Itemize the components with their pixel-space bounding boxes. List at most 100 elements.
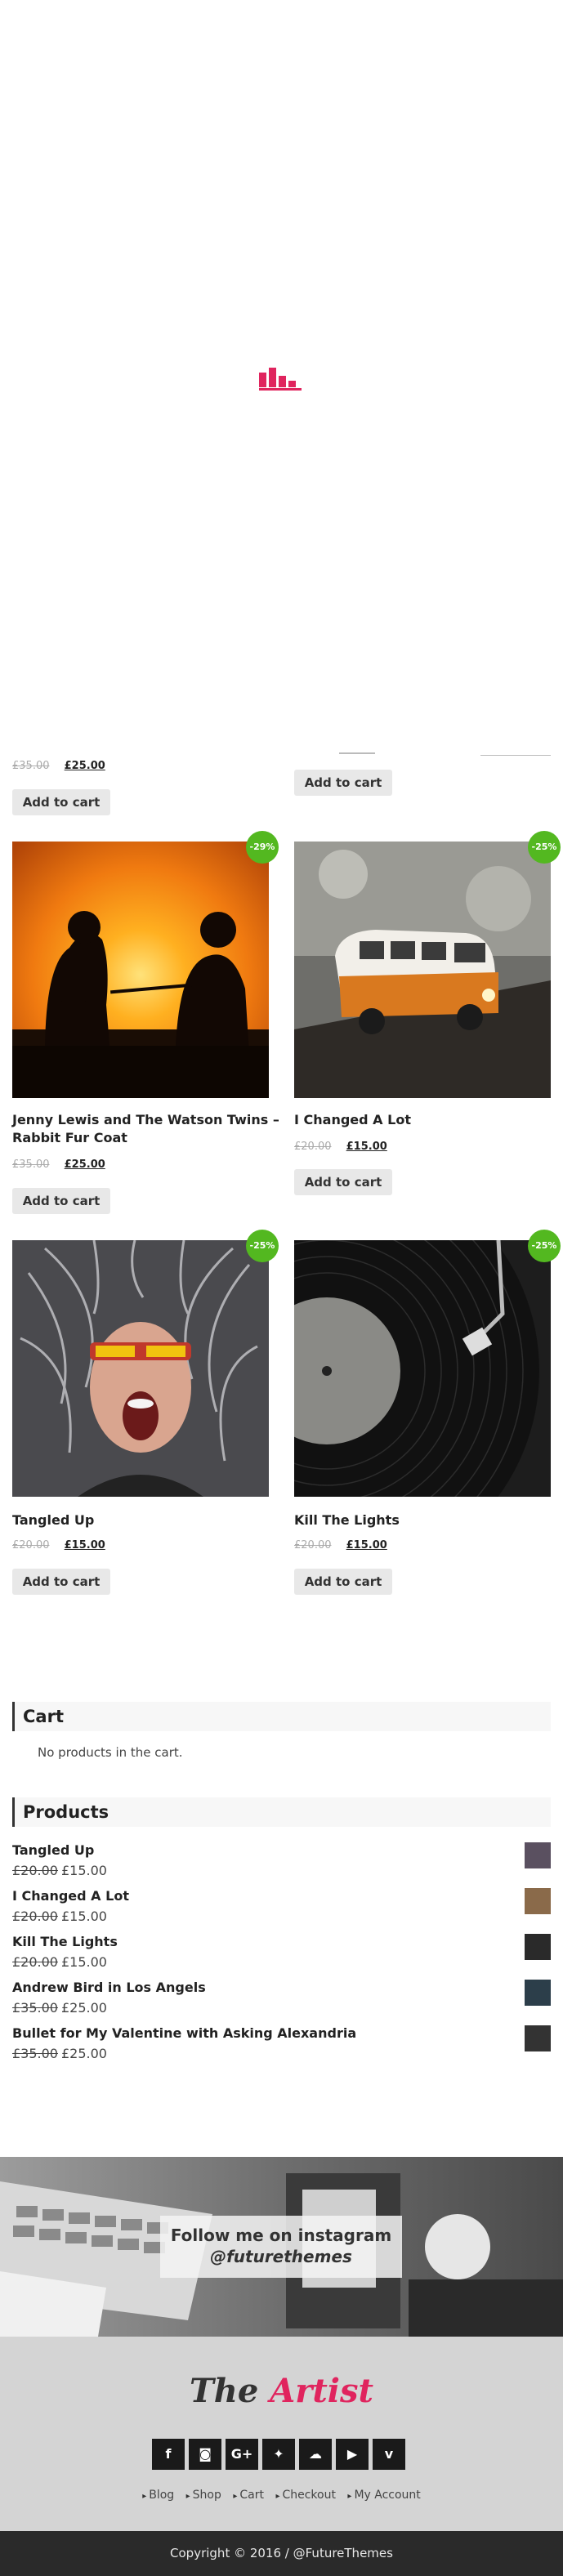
footer-link-label[interactable]: Blog: [149, 2489, 174, 2502]
logo-word[interactable]: The: [190, 2372, 258, 2410]
caret-right-icon: ▸: [142, 2492, 147, 2501]
product-title-line[interactable]: Kill The Lights: [294, 1511, 400, 1529]
add-to-cart-button[interactable]: Add to cart: [12, 1569, 110, 1595]
add-to-cart-button[interactable]: Add to cart: [12, 789, 110, 815]
old-price: £20.00: [12, 1539, 50, 1551]
cart-widget-title: Cart: [12, 1702, 551, 1731]
product-title[interactable]: I Changed A Lot: [294, 1111, 411, 1129]
product-link[interactable]: Tangled Up: [12, 1842, 94, 1858]
products-widget-title: Products: [12, 1797, 551, 1827]
discount-badge: -25%: [528, 831, 561, 864]
footer-nav: ▸ Blog ▸ Shop ▸ Cart ▸ Checkout ▸ My Account: [0, 2489, 563, 2502]
list-item[interactable]: Kill The Lights £20.00 £15.00: [12, 1934, 551, 1980]
footer-link-shop[interactable]: ▸ Shop: [186, 2489, 221, 2502]
caret-right-icon: ▸: [233, 2492, 238, 2501]
sale-price: £25.00: [60, 2046, 107, 2061]
old-price: £20.00: [294, 1141, 332, 1153]
product-price: £20.00 £15.00: [12, 1909, 107, 1924]
product-thumbnail[interactable]: [525, 1934, 551, 1960]
product-price: £20.00 £15.00: [12, 1863, 107, 1878]
product-price: £35.00 £25.00: [12, 2046, 107, 2061]
list-item[interactable]: I Changed A Lot £20.00 £15.00: [12, 1888, 551, 1934]
product-image-vinyl[interactable]: [294, 1240, 551, 1497]
product-title-line[interactable]: Jenny Lewis and The Watson Twins –: [12, 1111, 279, 1129]
product-link[interactable]: Bullet for My Valentine with Asking Alex…: [12, 2025, 356, 2041]
copyright-bar: Copyright © 2016 / @FutureThemes: [0, 2531, 563, 2576]
add-to-cart-button[interactable]: Add to cart: [294, 770, 392, 796]
list-item[interactable]: Andrew Bird in Los Angels £35.00 £25.00: [12, 1980, 551, 2025]
cart-empty-message: No products in the cart.: [38, 1745, 183, 1760]
site-footer: [0, 2337, 563, 2531]
sale-price: £15.00: [60, 1863, 107, 1878]
product-link[interactable]: Andrew Bird in Los Angels: [12, 1980, 206, 1995]
google-plus-icon[interactable]: G+: [226, 2439, 258, 2470]
product-image-sunset[interactable]: [12, 842, 269, 1098]
discount-badge: -29%: [246, 831, 279, 864]
product-price: £20.00 £15.00: [12, 1954, 107, 1970]
old-price: £35.00: [12, 2046, 58, 2061]
old-price: £20.00: [294, 1539, 332, 1551]
product-price: £35.00 £25.00: [12, 1159, 105, 1171]
product-image-van[interactable]: [294, 842, 551, 1098]
sale-price: £15.00: [346, 1141, 387, 1153]
caret-right-icon: ▸: [185, 2492, 190, 2501]
product-image-screaming-man[interactable]: [12, 1240, 269, 1497]
instagram-follow-text[interactable]: Follow me on instagram: [160, 2226, 402, 2245]
product-title-line[interactable]: Rabbit Fur Coat: [12, 1129, 279, 1147]
footer-link-cart[interactable]: ▸ Cart: [233, 2489, 264, 2502]
footer-link-checkout[interactable]: ▸ Checkout: [275, 2489, 336, 2502]
slider-indicator: [339, 752, 375, 754]
footer-link-my-account[interactable]: ▸ My Account: [347, 2489, 420, 2502]
product-title[interactable]: Kill The Lights: [294, 1511, 400, 1529]
sale-price: £25.00: [64, 760, 105, 772]
sale-price: £15.00: [64, 1539, 105, 1551]
sale-price: £15.00: [346, 1539, 387, 1551]
list-item[interactable]: Tangled Up £20.00 £15.00: [12, 1842, 551, 1888]
old-price: £35.00: [12, 2000, 58, 2016]
old-price: £35.00: [12, 1159, 50, 1171]
site-logo[interactable]: The Artist: [0, 2372, 563, 2410]
product-thumbnail[interactable]: [525, 1980, 551, 2006]
footer-link-label[interactable]: Checkout: [282, 2489, 336, 2502]
page-loader-icon: [259, 368, 302, 391]
product-price: £20.00 £15.00: [12, 1539, 105, 1551]
add-to-cart-button[interactable]: Add to cart: [12, 1188, 110, 1214]
product-link[interactable]: Kill The Lights: [12, 1934, 118, 1949]
old-price: £20.00: [12, 1863, 58, 1878]
discount-badge: -25%: [528, 1230, 561, 1262]
old-price: £20.00: [12, 1954, 58, 1970]
instagram-handle[interactable]: @futurethemes: [160, 2247, 402, 2266]
footer-link-label[interactable]: Shop: [193, 2489, 221, 2502]
product-price: £20.00 £15.00: [294, 1141, 387, 1153]
sale-price: £25.00: [60, 2000, 107, 2016]
vimeo-icon[interactable]: v: [373, 2439, 405, 2470]
footer-link-label[interactable]: Cart: [239, 2489, 264, 2502]
product-thumbnail[interactable]: [525, 1842, 551, 1868]
instagram-follow-link[interactable]: Follow me on instagram @futurethemes: [160, 2216, 402, 2278]
product-link[interactable]: I Changed A Lot: [12, 1888, 129, 1904]
add-to-cart-button[interactable]: Add to cart: [294, 1569, 392, 1595]
old-price: £20.00: [12, 1909, 58, 1924]
product-title[interactable]: Jenny Lewis and The Watson Twins – Rabbi…: [12, 1111, 279, 1147]
sale-price: £15.00: [60, 1909, 107, 1924]
product-price: £35.00 £25.00: [12, 760, 105, 772]
youtube-icon[interactable]: ▶: [336, 2439, 369, 2470]
product-title-line[interactable]: I Changed A Lot: [294, 1111, 411, 1129]
footer-link-blog[interactable]: ▸ Blog: [142, 2489, 174, 2502]
twitter-icon[interactable]: ✦: [262, 2439, 295, 2470]
product-title[interactable]: Tangled Up: [12, 1511, 94, 1529]
logo-word[interactable]: Artist: [270, 2372, 373, 2410]
soundcloud-icon[interactable]: ☁: [299, 2439, 332, 2470]
product-thumbnail[interactable]: [525, 2025, 551, 2051]
product-price: £35.00 £25.00: [12, 2000, 107, 2016]
product-price: £20.00 £15.00: [294, 1539, 387, 1551]
product-title-line[interactable]: Tangled Up: [12, 1511, 94, 1529]
caret-right-icon: ▸: [347, 2492, 352, 2501]
list-item[interactable]: Bullet for My Valentine with Asking Alex…: [12, 2025, 551, 2071]
product-thumbnail[interactable]: [525, 1888, 551, 1914]
add-to-cart-button[interactable]: Add to cart: [294, 1169, 392, 1195]
instagram-icon[interactable]: ◙: [189, 2439, 221, 2470]
footer-link-label[interactable]: My Account: [354, 2489, 420, 2502]
slider-indicator: [480, 755, 551, 756]
facebook-icon[interactable]: f: [152, 2439, 185, 2470]
